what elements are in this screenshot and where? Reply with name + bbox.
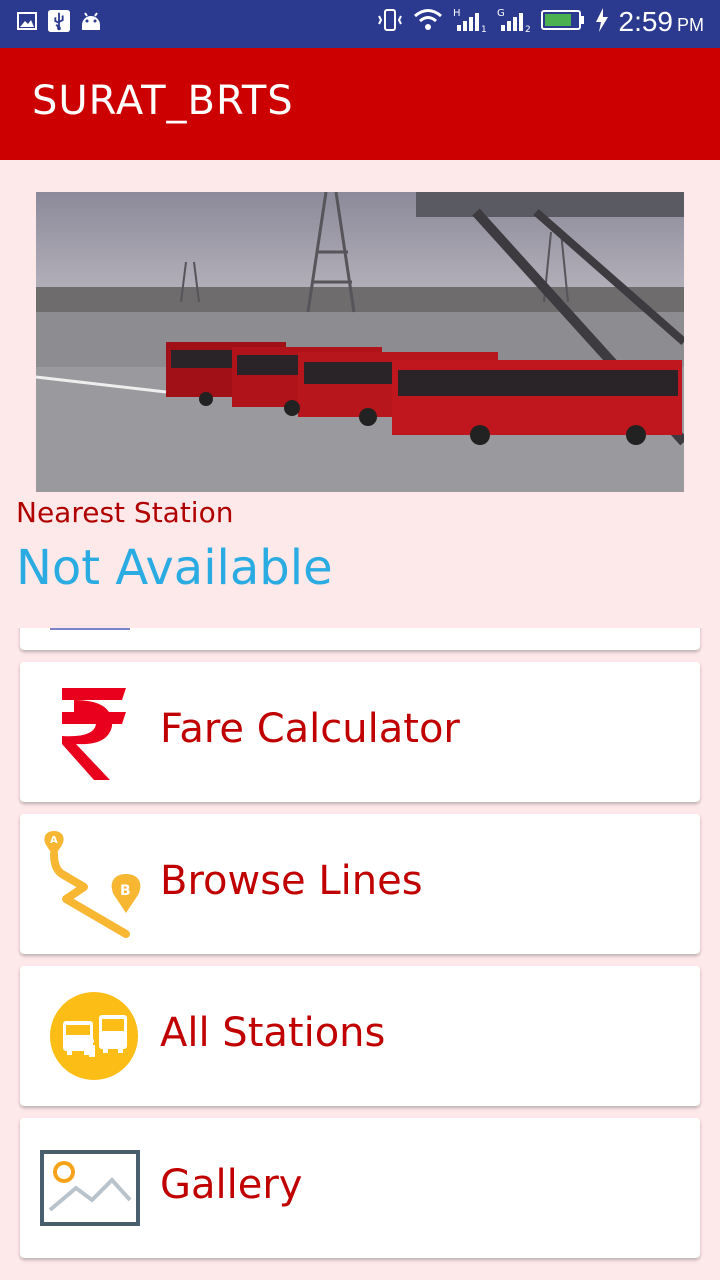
menu-item-fare-calculator[interactable]: Fare Calculator xyxy=(20,662,700,802)
brts-buses-photo xyxy=(36,192,684,492)
bus-stop-icon xyxy=(44,986,144,1086)
svg-text:2: 2 xyxy=(525,25,531,33)
signal-g-icon: G2 xyxy=(497,7,531,37)
battery-icon xyxy=(540,9,585,35)
menu-item-label: Fare Calculator xyxy=(160,706,460,752)
menu-item-gallery[interactable]: Gallery xyxy=(20,1118,700,1258)
rupee-icon xyxy=(44,682,144,782)
app-bar: SURAT_BRTS xyxy=(0,48,720,160)
menu-item-label: Browse Lines xyxy=(160,858,423,904)
hero-image xyxy=(36,192,684,492)
menu-item-label: Gallery xyxy=(160,1162,303,1208)
app-title: SURAT_BRTS xyxy=(32,78,294,124)
svg-text:H: H xyxy=(453,8,461,19)
divider xyxy=(50,628,130,630)
menu-item-partial[interactable] xyxy=(20,628,700,650)
menu-item-label: All Stations xyxy=(160,1010,386,1056)
svg-text:G: G xyxy=(497,8,505,19)
menu-item-browse-lines[interactable]: A B Browse Lines xyxy=(20,814,700,954)
svg-text:B: B xyxy=(120,883,131,899)
wifi-icon xyxy=(413,8,443,36)
svg-text:1: 1 xyxy=(481,25,487,33)
status-clock: 2:59 PM xyxy=(618,6,705,37)
svg-text:A: A xyxy=(50,835,58,846)
charging-icon xyxy=(595,8,609,36)
gallery-image-icon xyxy=(38,1138,142,1238)
menu-item-all-stations[interactable]: All Stations xyxy=(20,966,700,1106)
nearest-station-label: Nearest Station xyxy=(16,496,234,529)
android-icon xyxy=(80,10,102,32)
nearest-station-value: Not Available xyxy=(16,540,333,596)
route-a-b-icon: A B xyxy=(44,831,144,938)
vibrate-icon xyxy=(377,8,403,36)
signal-h-icon: H1 xyxy=(453,7,487,37)
menu-list[interactable]: Fare Calculator A B Browse Lines All Sta… xyxy=(0,628,720,1280)
status-bar: H1 G2 2:59 PM xyxy=(0,0,720,48)
usb-icon xyxy=(48,10,70,32)
gallery-icon xyxy=(16,10,38,32)
